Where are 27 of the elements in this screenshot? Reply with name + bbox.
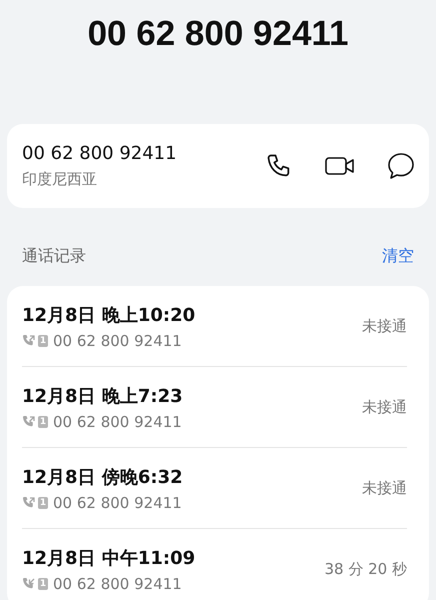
outgoing-call-icon	[22, 334, 35, 347]
section-title: 通话记录	[22, 246, 86, 266]
sim-badge: 1	[38, 416, 48, 428]
phone-number: 00 62 800 92411	[53, 412, 182, 430]
message-icon[interactable]	[387, 152, 415, 180]
phone-number: 00 62 800 92411	[22, 143, 178, 164]
call-status: 38 分 20 秒	[324, 560, 407, 578]
phone-number: 00 62 800 92411	[53, 332, 182, 350]
call-status: 未接通	[362, 478, 407, 498]
call-time: 12月8日 傍晚6:32	[22, 466, 184, 488]
video-call-icon[interactable]	[325, 155, 355, 177]
sim-badge: 1	[38, 496, 48, 508]
sim-badge: 1	[38, 578, 48, 590]
location-label: 印度尼西亚	[22, 170, 98, 189]
phone-number: 00 62 800 92411	[53, 494, 182, 512]
page-title: 00 62 800 92411	[86, 13, 350, 55]
outgoing-call-icon	[22, 496, 35, 509]
call-time: 12月8日 晚上10:20	[22, 304, 196, 326]
incoming-call-icon	[22, 577, 35, 590]
call-status: 未接通	[362, 398, 407, 416]
call-status: 未接通	[362, 316, 407, 336]
call-time: 12月8日 晚上7:23	[22, 384, 184, 408]
outgoing-call-icon	[22, 415, 35, 428]
sim-badge: 1	[38, 334, 48, 346]
phone-number: 00 62 800 92411	[53, 574, 182, 592]
call-time: 12月8日 中午11:09	[22, 546, 196, 570]
clear-link[interactable]: 清空	[382, 246, 414, 266]
